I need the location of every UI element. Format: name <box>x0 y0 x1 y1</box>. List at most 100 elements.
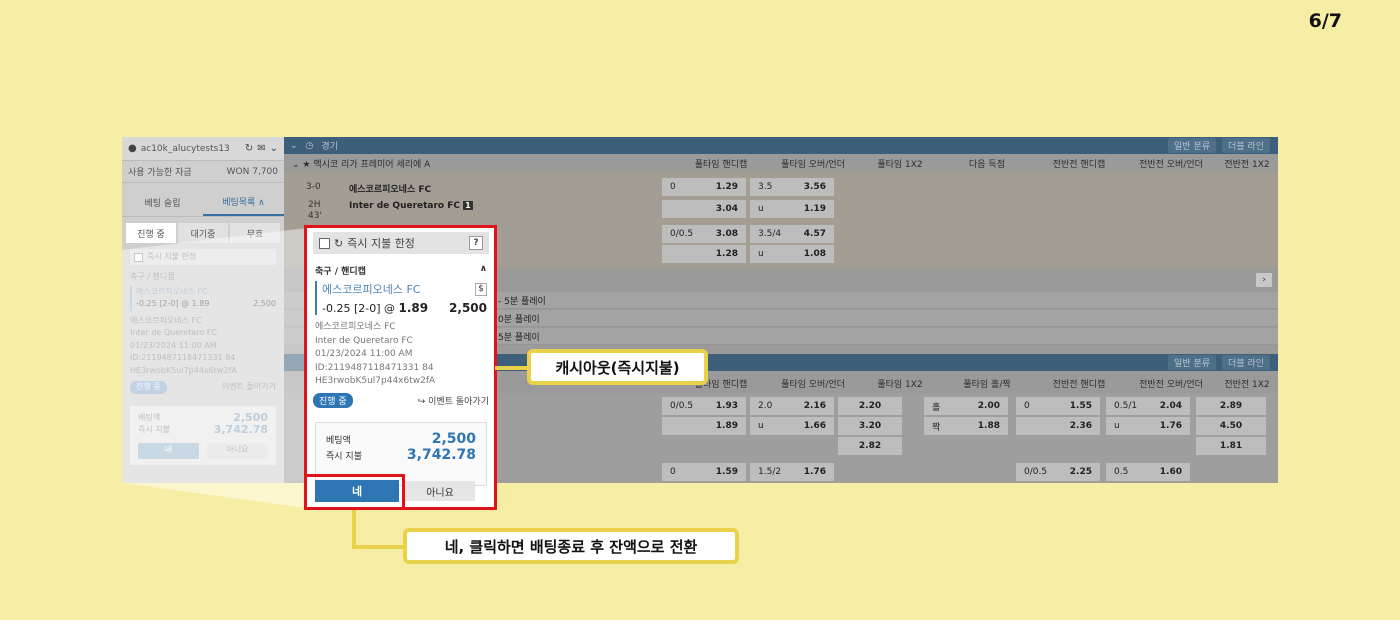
odds-cell[interactable]: 홀 2.00 <box>924 397 1008 415</box>
mail-icon[interactable]: ✉ <box>257 143 265 154</box>
selection-team: 에스코르피오네스 FC <box>136 286 208 296</box>
league-header: ⌄ ★ 멕시코 리가 프레미어 세리에 A 풀타임 핸디캡 풀타임 오버/언더 … <box>284 154 1278 172</box>
page-number: 6/7 <box>1308 10 1342 32</box>
yes-button[interactable]: 네 <box>138 442 199 459</box>
odds-cell[interactable]: 2.0 2.16 <box>750 397 834 415</box>
odds-cell[interactable]: 0/0.5 1.93 <box>662 397 746 415</box>
odds-line: -0.25 [2-0] @ 1.89 <box>136 299 210 308</box>
tab-bet-slip[interactable]: 베팅 슬립 <box>122 189 203 216</box>
stake: 2,500 <box>253 299 276 308</box>
balance-row: 사용 가능한 자금 WON 7,700 <box>122 161 284 183</box>
status-badge: 진행 중 <box>130 381 167 394</box>
odds-cell[interactable]: 4.50 <box>1196 417 1266 435</box>
refresh-icon[interactable]: ↻ <box>245 143 253 154</box>
amount-box: 베팅액 2,500 즉시 지불 3,742.78 네 아니요 <box>130 405 276 465</box>
chevron-down-icon[interactable]: ⌄ <box>270 143 278 154</box>
bet-amount-label: 베팅액 <box>138 412 161 422</box>
callout-connector <box>352 510 356 548</box>
subtab-void[interactable]: 무효 <box>230 223 280 243</box>
col-ft-handicap: 풀타임 핸디캡 <box>694 159 748 170</box>
no-button[interactable]: 아니요 <box>207 442 268 459</box>
cashout-label: 즉시 지불 한정 <box>147 251 197 261</box>
odds-cell[interactable]: 3.5 3.56 <box>750 178 834 196</box>
odds-cell[interactable]: 0.5/1 2.04 <box>1106 397 1190 415</box>
col-ft-over-under: 풀타임 오버/언더 <box>781 159 845 170</box>
col-1h-over-under: 전반전 오버/언더 <box>1139 159 1203 170</box>
tab-bet-list[interactable]: 베팅목록 ∧ <box>203 189 284 216</box>
col-1h-handicap: 전반전 핸디캡 <box>1052 159 1106 170</box>
category: 축구 / 핸디캡 <box>130 272 175 281</box>
chevron-right-icon[interactable]: › <box>1256 273 1272 287</box>
odds-cell[interactable]: 1.89 <box>662 417 746 435</box>
odds-cell[interactable]: 2.89 <box>1196 397 1266 415</box>
odds-cell[interactable]: 0/0.5 2.25 <box>1016 463 1100 481</box>
col-next-goal: 다음 득점 <box>969 159 1005 170</box>
username: ac10k_alucytests13 <box>140 143 230 154</box>
chevron-down-icon[interactable]: ⌄ <box>290 141 298 151</box>
odds-cell[interactable]: 3.5/4 4.57 <box>750 225 834 243</box>
selection: 에스코르피오네스 FC -0.25 [2-0] @ 1.89 2,500 <box>130 285 276 311</box>
bet-hash: HE3rwobK5ul7p44x6tw2fA <box>130 365 237 375</box>
user-icon: ● <box>128 143 137 154</box>
sidebar-subtabs: 진행 중 대기중 무효 <box>126 223 280 243</box>
filter-dropdown[interactable]: 일반 분류 <box>1168 138 1217 153</box>
odds-cell[interactable]: 0 1.55 <box>1016 397 1100 415</box>
sidebar-tabs: 베팅 슬립 베팅목록 ∧ <box>122 189 284 217</box>
section-bar: ⌄ ◷ 경기 일반 분류 더블 라인 <box>284 137 1278 154</box>
payout-label: 즉시 지불 <box>138 425 170 434</box>
confirm-callout: 네, 클릭하면 배팅종료 후 잔액으로 전환 <box>403 528 739 564</box>
payout-amount: 3,742.78 <box>213 423 268 436</box>
yes-highlight-frame <box>304 474 405 510</box>
home-team[interactable]: 에스코르피오네스 FC <box>349 182 431 195</box>
odds-cell[interactable]: 0 1.29 <box>662 178 746 196</box>
highlight-frame <box>304 225 497 510</box>
odds-cell[interactable]: 1.81 <box>1196 437 1266 455</box>
odds-cell[interactable]: 0.5 1.60 <box>1106 463 1190 481</box>
subtab-pending[interactable]: 대기중 <box>178 223 228 243</box>
col-1h-1x2: 전반전 1X2 <box>1224 159 1270 170</box>
odds-cell[interactable]: 0/0.5 3.08 <box>662 225 746 243</box>
odds-cell[interactable]: 1.5/2 1.76 <box>750 463 834 481</box>
back-to-event-link[interactable]: 이벤트 돌아가기 <box>222 381 276 394</box>
sidebar-cashout-toggle[interactable]: 즉시 지불 한정 <box>130 249 276 265</box>
odds-cell[interactable]: 2.36 <box>1016 417 1100 435</box>
callout-connector <box>495 366 529 370</box>
away-team[interactable]: Inter de Queretaro FC 1 <box>349 201 473 211</box>
subtab-in-progress[interactable]: 진행 중 <box>126 223 176 243</box>
odds-cell[interactable]: 3.04 <box>662 200 746 218</box>
odds-cell[interactable]: u 1.76 <box>1106 417 1190 435</box>
clock-icon: ◷ <box>305 140 314 151</box>
sidebar: ● ac10k_alucytests13 ↻ ✉ ⌄ 사용 가능한 자금 WON… <box>122 137 284 483</box>
balance-label: 사용 가능한 자금 <box>128 168 192 178</box>
home-team: 에스코르피오네스 FC <box>130 315 202 325</box>
sidebar-bet-card: 즉시 지불 한정 축구 / 핸디캡 에스코르피오네스 FC -0.25 [2-0… <box>122 243 284 471</box>
odds-cell[interactable]: u 1.66 <box>750 417 834 435</box>
checkbox[interactable] <box>134 252 143 262</box>
section-title: 경기 <box>321 142 338 152</box>
match-period: 2H <box>308 200 321 210</box>
league-name: ⌄ ★ 멕시코 리가 프레미어 세리에 A <box>292 159 431 170</box>
odds-cell[interactable]: 짝 1.88 <box>924 417 1008 435</box>
balance-value: WON 7,700 <box>226 166 278 177</box>
col-ft-1x2: 풀타임 1X2 <box>877 159 923 170</box>
bet-id: ID:2119487118471331 84 <box>130 353 236 362</box>
datetime: 01/23/2024 11:00 AM <box>130 340 217 350</box>
odds-cell[interactable]: 1.28 <box>662 245 746 263</box>
odds-cell[interactable]: 2.20 <box>838 397 902 415</box>
screenshot-frame: ● ac10k_alucytests13 ↻ ✉ ⌄ 사용 가능한 자금 WON… <box>122 137 1278 483</box>
odds-cell[interactable]: 3.20 <box>838 417 902 435</box>
away-team: Inter de Queretaro FC <box>130 328 217 337</box>
match-minute: 43' <box>308 211 322 221</box>
odds-cell[interactable]: 0 1.59 <box>662 463 746 481</box>
user-bar: ● ac10k_alucytests13 ↻ ✉ ⌄ <box>122 137 284 161</box>
filter-dropdown[interactable]: 일반 분류 <box>1168 355 1217 370</box>
line-dropdown[interactable]: 더블 라인 <box>1222 355 1270 370</box>
cashout-callout: 캐시아웃(즉시지불) <box>527 349 708 385</box>
callout-connector <box>352 545 406 549</box>
odds-cell[interactable]: u 1.08 <box>750 245 834 263</box>
odds-cell[interactable]: 2.82 <box>838 437 902 455</box>
line-dropdown[interactable]: 더블 라인 <box>1222 138 1270 153</box>
match-score: 3-0 <box>306 182 321 192</box>
odds-cell[interactable]: u 1.19 <box>750 200 834 218</box>
selection-odds-row: -0.25 [2-0] @ 1.89 2,500 <box>136 298 276 311</box>
